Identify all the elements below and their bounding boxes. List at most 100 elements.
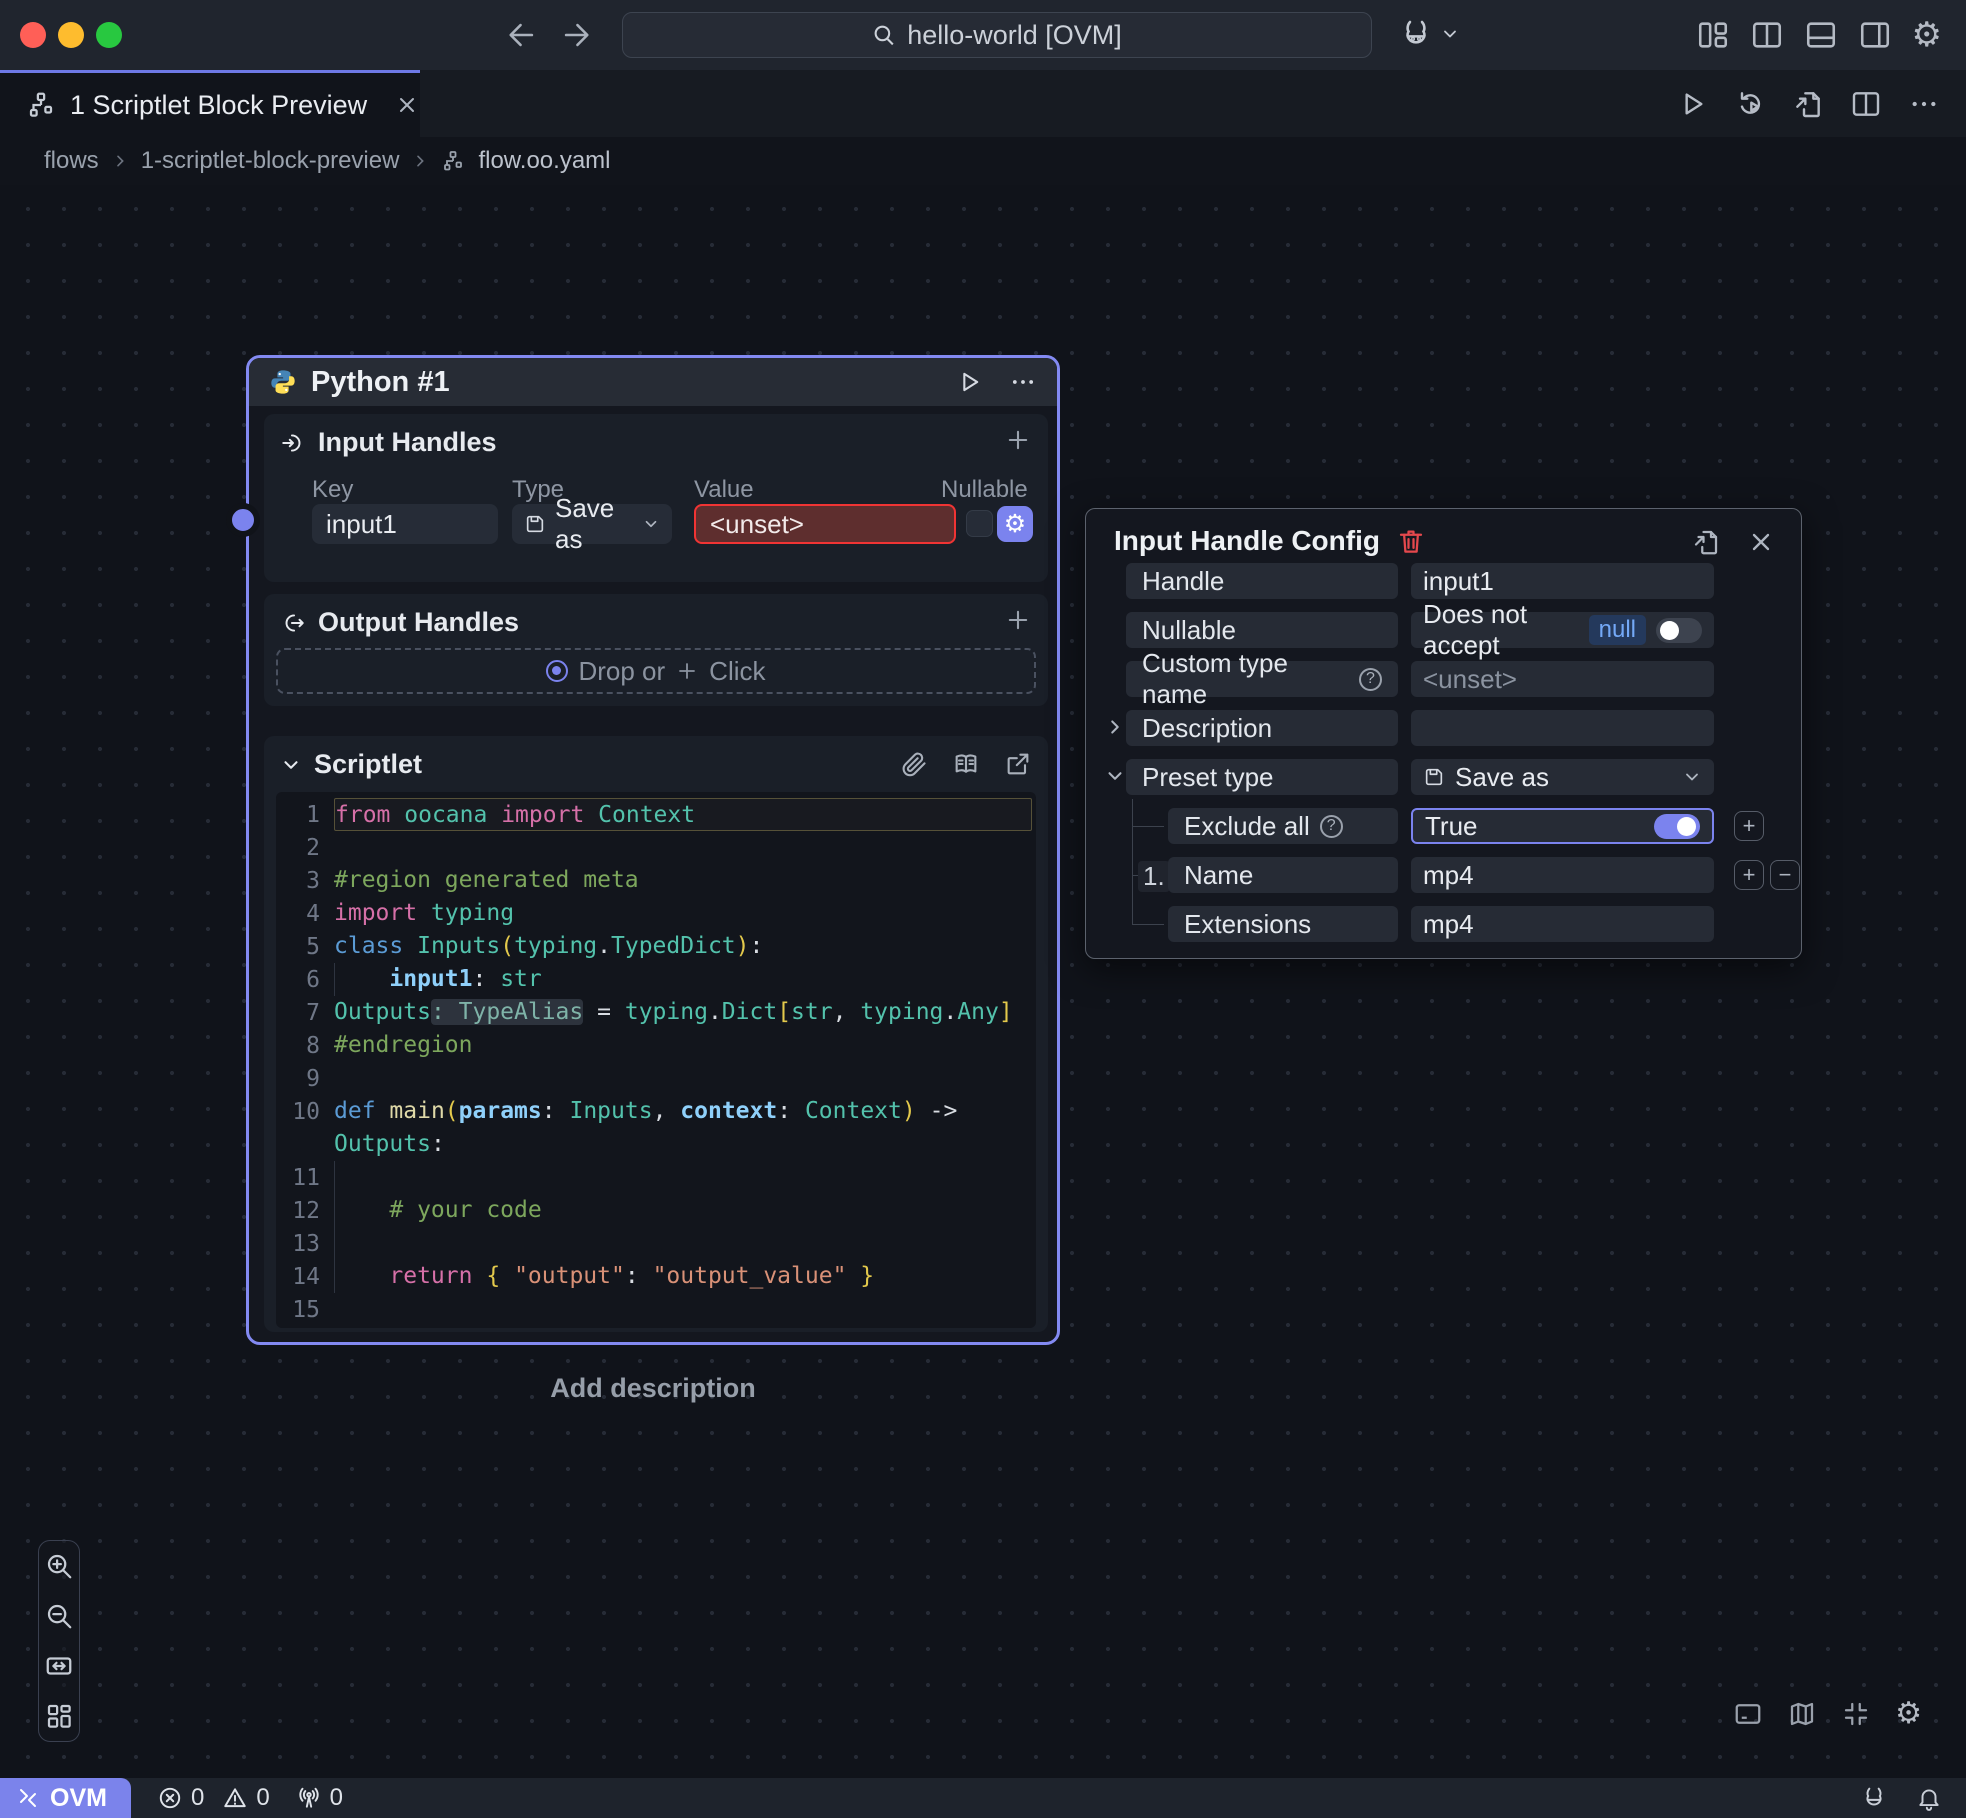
copy-config-icon[interactable]	[1691, 527, 1721, 557]
tab-close-icon[interactable]	[395, 93, 419, 117]
code-editor[interactable]: 1from oocana import Context23#region gen…	[276, 792, 1036, 1328]
code-line[interactable]: 10def main(params: Inputs, context: Cont…	[276, 1095, 1036, 1128]
code-line[interactable]: 1from oocana import Context	[276, 798, 1036, 831]
handle-type-value: Save as	[555, 493, 624, 555]
name-input[interactable]: mp4	[1411, 857, 1714, 893]
plus-icon	[675, 659, 699, 683]
handle-name-input[interactable]: input1	[1411, 563, 1714, 599]
notifications-bell-icon[interactable]	[1916, 1785, 1942, 1811]
errors-count: 0	[191, 1784, 204, 1812]
nullable-text: Does not accept	[1423, 599, 1579, 661]
remote-icon	[16, 1786, 40, 1810]
handle-type-select[interactable]: Save as	[512, 504, 672, 544]
help-icon[interactable]: ?	[1320, 815, 1343, 838]
code-line[interactable]: 6 input1: str	[276, 963, 1036, 996]
code-line[interactable]: 11	[276, 1161, 1036, 1194]
panel-bottom-icon[interactable]	[1804, 18, 1838, 52]
node-header[interactable]: Python #1	[249, 358, 1057, 406]
flow-canvas[interactable]: Python #1 Input Handles Key Type Value N…	[0, 185, 1966, 1778]
more-actions-icon[interactable]	[1908, 88, 1940, 120]
attachment-icon[interactable]	[900, 750, 928, 778]
zoom-out-icon[interactable]	[44, 1601, 74, 1631]
open-external-icon[interactable]	[1004, 750, 1032, 778]
assistant-cat-icon[interactable]	[1860, 1784, 1888, 1812]
canvas-settings-icon[interactable]: ⚙	[1895, 1697, 1922, 1731]
add-description-button[interactable]: Add description	[550, 1373, 756, 1404]
title-bar: hello-world [OVM] ⚙	[0, 0, 1966, 70]
code-line[interactable]: 15	[276, 1293, 1036, 1326]
remove-entry-button[interactable]: −	[1770, 860, 1800, 890]
add-entry-button[interactable]: +	[1734, 860, 1764, 890]
extensions-input[interactable]: mp4	[1411, 906, 1714, 942]
output-drop-zone[interactable]: Drop or Click	[276, 648, 1036, 694]
command-search-bar[interactable]: hello-world [OVM]	[622, 12, 1372, 58]
problems-indicator[interactable]: 0 0	[157, 1784, 270, 1812]
auto-layout-icon[interactable]	[44, 1701, 74, 1731]
add-output-handle-icon[interactable]	[1004, 606, 1032, 634]
split-columns-icon[interactable]	[1750, 18, 1784, 52]
remote-indicator[interactable]: OVM	[0, 1778, 131, 1818]
fit-view-icon[interactable]	[1841, 1699, 1871, 1729]
collapse-chevron-icon[interactable]	[280, 754, 302, 776]
rerun-icon[interactable]	[1734, 88, 1766, 120]
split-editor-icon[interactable]	[1850, 88, 1882, 120]
custom-type-input[interactable]: <unset>	[1411, 661, 1714, 697]
broadcast-indicator[interactable]: 0	[296, 1784, 343, 1812]
delete-handle-trash-icon[interactable]	[1396, 526, 1426, 556]
preset-type-select[interactable]: Save as	[1411, 759, 1714, 795]
handle-key-input[interactable]: input1	[312, 504, 498, 544]
handle-value-input[interactable]: <unset>	[694, 504, 956, 544]
docs-book-icon[interactable]	[952, 750, 980, 778]
code-line[interactable]: 3#region generated meta	[276, 864, 1036, 897]
python-node[interactable]: Python #1 Input Handles Key Type Value N…	[246, 355, 1060, 1345]
preview-panel-icon[interactable]	[1733, 1699, 1763, 1729]
code-line[interactable]: 9	[276, 1062, 1036, 1095]
back-icon[interactable]	[505, 18, 539, 52]
breadcrumb-item-file[interactable]: flow.oo.yaml	[478, 147, 610, 175]
close-panel-icon[interactable]	[1747, 527, 1775, 557]
input-connection-port[interactable]	[226, 503, 260, 537]
indent-guide	[334, 1161, 335, 1293]
description-input[interactable]	[1411, 710, 1714, 746]
breadcrumb-item-flows[interactable]: flows	[44, 147, 99, 175]
node-more-icon[interactable]	[1009, 368, 1037, 396]
exclude-all-toggle[interactable]	[1654, 814, 1700, 839]
breadcrumb-item-folder[interactable]: 1-scriptlet-block-preview	[141, 147, 400, 175]
chevron-right-icon[interactable]	[1104, 716, 1126, 738]
code-line[interactable]: 14 return { "output": "output_value" }	[276, 1260, 1036, 1293]
add-input-handle-icon[interactable]	[1004, 426, 1032, 454]
nullable-checkbox[interactable]	[966, 510, 993, 537]
preset-type-label: Preset type	[1126, 759, 1398, 795]
panel-right-icon[interactable]	[1858, 18, 1892, 52]
handle-config-gear-button[interactable]: ⚙	[997, 506, 1033, 542]
export-file-icon[interactable]	[1792, 88, 1824, 120]
zoom-in-icon[interactable]	[44, 1551, 74, 1581]
code-line[interactable]: 13	[276, 1227, 1036, 1260]
maximize-window-button[interactable]	[96, 22, 122, 48]
code-line[interactable]: 2	[276, 831, 1036, 864]
run-node-icon[interactable]	[955, 368, 983, 396]
run-flow-icon[interactable]	[1676, 88, 1708, 120]
code-line[interactable]: 12 # your code	[276, 1194, 1036, 1227]
tab-scriptlet-block-preview[interactable]: 1 Scriptlet Block Preview	[0, 70, 420, 137]
minimize-window-button[interactable]	[58, 22, 84, 48]
layout-grid-icon[interactable]	[1696, 18, 1730, 52]
code-line[interactable]: Outputs:	[276, 1128, 1036, 1161]
code-line[interactable]: 5class Inputs(typing.TypedDict):	[276, 930, 1036, 963]
minimap-icon[interactable]	[1787, 1699, 1817, 1729]
chevron-down-icon[interactable]	[1104, 765, 1126, 787]
add-type-entry-button[interactable]: +	[1734, 811, 1764, 841]
nullable-toggle[interactable]	[1656, 618, 1702, 643]
column-nullable: Nullable	[941, 476, 1028, 504]
assistant-menu[interactable]	[1398, 16, 1460, 52]
code-line[interactable]: 7Outputs: TypeAlias = typing.Dict[str, t…	[276, 996, 1036, 1029]
settings-gear-icon[interactable]: ⚙	[1912, 18, 1942, 52]
nullable-control: Does not accept null	[1411, 612, 1714, 648]
code-line[interactable]: 4import typing	[276, 897, 1036, 930]
code-line[interactable]: 8#endregion	[276, 1029, 1036, 1062]
help-icon[interactable]: ?	[1359, 668, 1382, 691]
fit-width-icon[interactable]	[44, 1651, 74, 1681]
close-window-button[interactable]	[20, 22, 46, 48]
code-lines: 1from oocana import Context23#region gen…	[276, 798, 1036, 1326]
forward-icon[interactable]	[559, 18, 593, 52]
